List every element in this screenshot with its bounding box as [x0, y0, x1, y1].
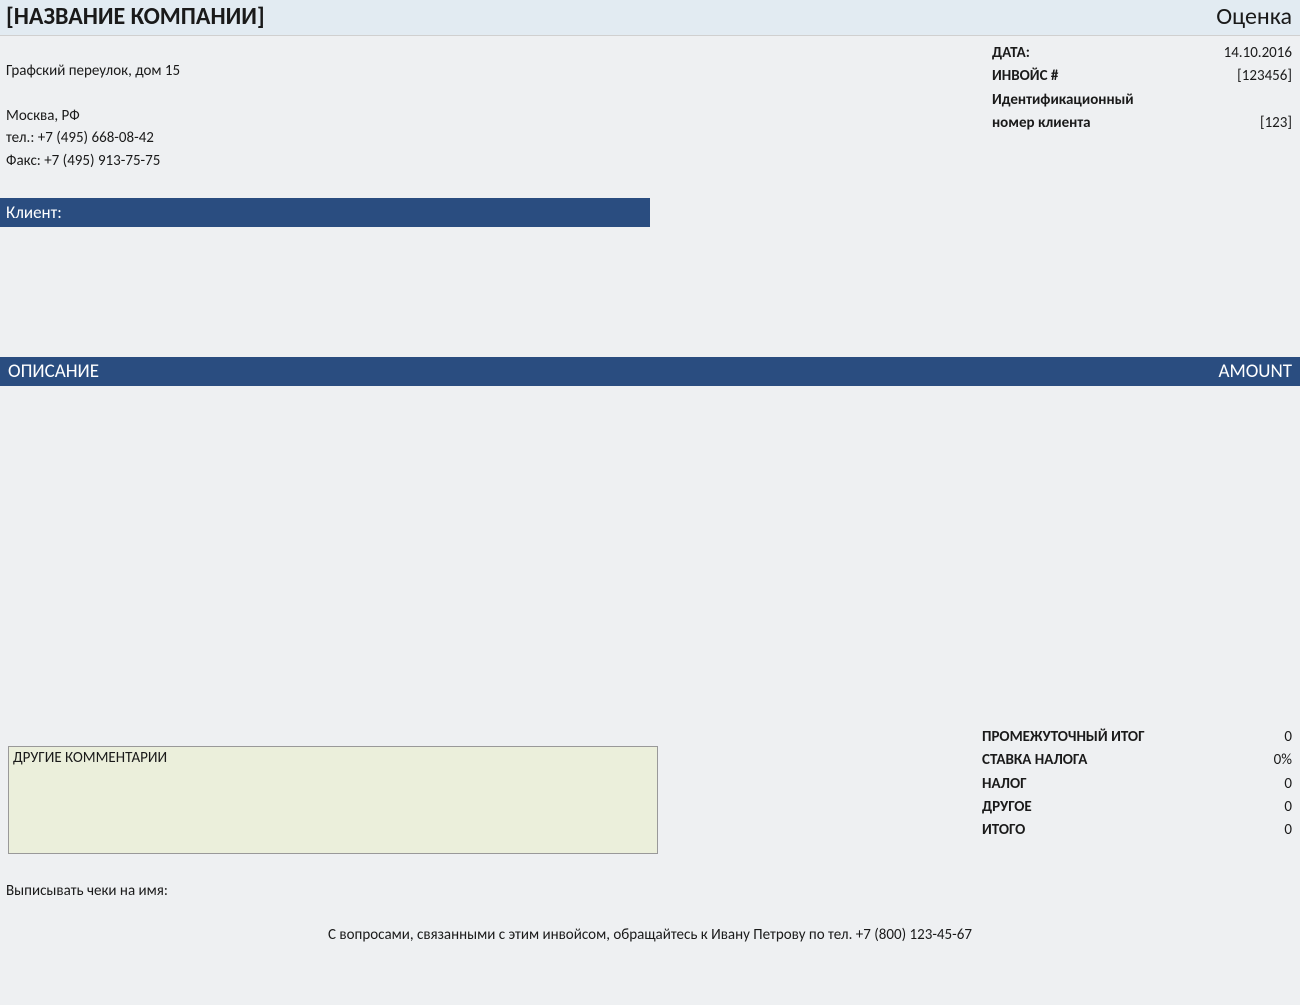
- other-label: ДРУГОЕ: [982, 796, 1032, 819]
- footer-contact: С вопросами, связанными с этим инвойсом,…: [0, 900, 1300, 944]
- invoice-label: ИНВОЙС #: [992, 65, 1202, 88]
- company-info: Графский переулок, дом 15 Москва, РФ тел…: [6, 42, 180, 172]
- clientid-label-2: номер клиента: [992, 112, 1202, 135]
- meta-right: ДАТА: 14.10.2016 ИНВОЙС # [123456] Идент…: [992, 42, 1292, 172]
- invoice-value: [123456]: [1202, 65, 1292, 88]
- company-address: Графский переулок, дом 15: [6, 60, 180, 83]
- date-value: 14.10.2016: [1202, 42, 1292, 65]
- subtotal-value: 0: [1232, 726, 1292, 749]
- company-fax: Факс: +7 (495) 913-75-75: [6, 150, 180, 173]
- tax-value: 0: [1232, 773, 1292, 796]
- client-section-header: Клиент:: [0, 198, 650, 227]
- document-type: Оценка: [1216, 2, 1292, 31]
- subtotal-label: ПРОМЕЖУТОЧНЫЙ ИТОГ: [982, 726, 1145, 749]
- company-name: [НАЗВАНИЕ КОМПАНИИ]: [6, 2, 265, 31]
- checks-line: Выписывать чеки на имя:: [0, 854, 1300, 900]
- company-phone: тел.: +7 (495) 668-08-42: [6, 127, 180, 150]
- other-value: 0: [1232, 796, 1292, 819]
- comments-title: ДРУГИЕ КОММЕНТАРИИ: [13, 749, 653, 767]
- col-amount: AMOUNT: [1218, 360, 1292, 383]
- clientid-label-1: Идентификационный: [992, 89, 1202, 112]
- comments-box[interactable]: ДРУГИЕ КОММЕНТАРИИ: [8, 746, 658, 854]
- company-city: Москва, РФ: [6, 105, 180, 128]
- date-label: ДАТА:: [992, 42, 1202, 65]
- table-body[interactable]: [0, 386, 1300, 726]
- clientid-value: [123]: [1202, 112, 1292, 135]
- total-label: ИТОГО: [982, 819, 1025, 842]
- bottom-area: ДРУГИЕ КОММЕНТАРИИ ПРОМЕЖУТОЧНЫЙ ИТОГ 0 …: [0, 726, 1300, 854]
- total-value: 0: [1232, 819, 1292, 842]
- taxrate-label: СТАВКА НАЛОГА: [982, 749, 1087, 772]
- totals-block: ПРОМЕЖУТОЧНЫЙ ИТОГ 0 СТАВКА НАЛОГА 0% НА…: [982, 726, 1292, 854]
- col-description: ОПИСАНИЕ: [8, 360, 99, 383]
- invoice-sheet: [НАЗВАНИЕ КОМПАНИИ] Оценка Графский пере…: [0, 0, 1300, 1005]
- taxrate-value: 0%: [1232, 749, 1292, 772]
- meta-block: Графский переулок, дом 15 Москва, РФ тел…: [0, 36, 1300, 172]
- title-row: [НАЗВАНИЕ КОМПАНИИ] Оценка: [0, 0, 1300, 36]
- tax-label: НАЛОГ: [982, 773, 1027, 796]
- table-header: ОПИСАНИЕ AMOUNT: [0, 357, 1300, 386]
